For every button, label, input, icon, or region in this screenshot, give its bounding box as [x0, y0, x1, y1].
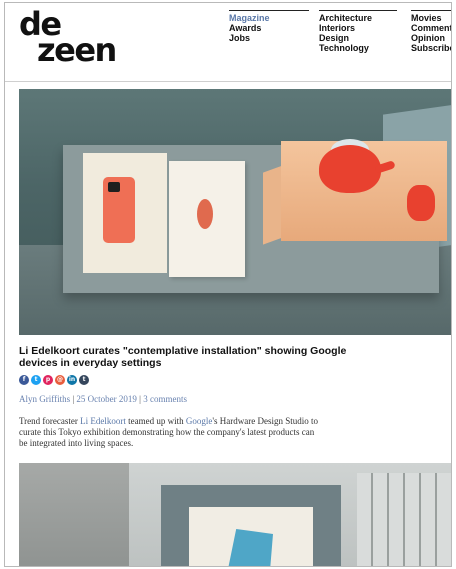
- second-image[interactable]: [19, 463, 451, 566]
- hero-teapot: [319, 145, 381, 193]
- link-google[interactable]: Google: [186, 416, 213, 426]
- tumblr-icon[interactable]: t: [79, 375, 89, 385]
- linkedin-icon[interactable]: in: [67, 375, 77, 385]
- nav-rule: [319, 10, 397, 11]
- nav-column-2: Architecture Interiors Design Technology: [319, 10, 397, 53]
- nav-interiors[interactable]: Interiors: [319, 23, 397, 33]
- nav-architecture[interactable]: Architecture: [319, 13, 397, 23]
- body-text: Trend forecaster: [19, 416, 81, 426]
- nav-column-3: Movies Comments Opinion Subscribe: [411, 10, 451, 53]
- nav-technology[interactable]: Technology: [319, 43, 397, 53]
- nav-subscribe[interactable]: Subscribe: [411, 43, 451, 53]
- hero-phone: [103, 177, 135, 243]
- hero-book-drop: [197, 199, 213, 229]
- nav-opinion[interactable]: Opinion: [411, 33, 451, 43]
- nav-rule: [229, 10, 309, 11]
- comments-link[interactable]: 3 comments: [143, 394, 187, 404]
- nav-jobs[interactable]: Jobs: [229, 33, 309, 43]
- share-bar: f t p @ in t: [19, 375, 89, 385]
- body-text: teamed up with: [125, 416, 186, 426]
- nav-awards[interactable]: Awards: [229, 23, 309, 33]
- article-intro: Trend forecaster Li Edelkoort teamed up …: [19, 416, 319, 449]
- image2-concrete-wall: [19, 463, 129, 566]
- hero-cup: [407, 185, 435, 221]
- publish-date[interactable]: 25 October 2019: [76, 394, 137, 404]
- author-link[interactable]: Alyn Griffiths: [19, 394, 70, 404]
- page-frame: de zeen Magazine Awards Jobs Architectur…: [4, 2, 452, 567]
- dezeen-logo[interactable]: de zeen: [19, 8, 117, 66]
- twitter-icon[interactable]: t: [31, 375, 41, 385]
- phone-camera: [108, 182, 120, 192]
- article-meta: Alyn Griffiths | 25 October 2019 | 3 com…: [19, 394, 187, 404]
- hero-box-side: [263, 165, 283, 245]
- hero-image[interactable]: [19, 89, 451, 335]
- nav-rule: [411, 10, 451, 11]
- article-title[interactable]: Li Edelkoort curates "contemplative inst…: [19, 345, 349, 369]
- nav-column-1: Magazine Awards Jobs: [229, 10, 309, 43]
- nav-magazine[interactable]: Magazine: [229, 13, 309, 23]
- image2-window: [357, 473, 451, 566]
- link-li-edelkoort[interactable]: Li Edelkoort: [80, 416, 126, 426]
- pinterest-icon[interactable]: p: [43, 375, 53, 385]
- email-icon[interactable]: @: [55, 375, 65, 385]
- header-divider: [5, 81, 451, 82]
- nav-design[interactable]: Design: [319, 33, 397, 43]
- nav-comments[interactable]: Comments: [411, 23, 451, 33]
- nav-movies[interactable]: Movies: [411, 13, 451, 23]
- facebook-icon[interactable]: f: [19, 375, 29, 385]
